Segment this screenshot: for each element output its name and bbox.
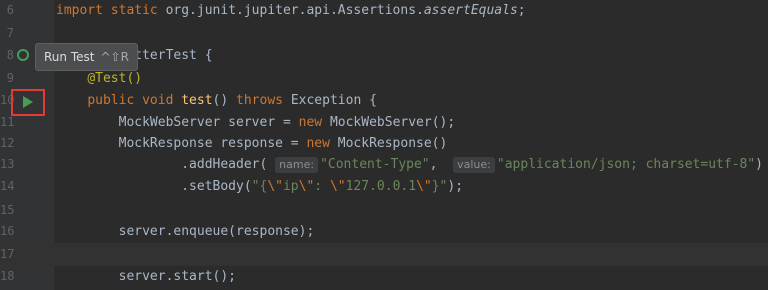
line-number: 8 — [6, 48, 14, 62]
code-line[interactable]: 16 server.enqueue(response); — [0, 220, 768, 243]
code-token: () — [212, 93, 237, 108]
code-token: \" — [329, 179, 346, 194]
line-number: 16 — [0, 224, 15, 238]
code-line[interactable]: 18 server.start(); — [0, 265, 768, 288]
line-number: 7 — [6, 26, 14, 40]
line-number: 14 — [0, 179, 15, 193]
code-token: MockResponse response = — [56, 136, 307, 151]
code-token: MockWebServer server = — [56, 115, 299, 130]
code-text[interactable]: .setBody("{\"ip\": \"127.0.0.1\"}"); — [56, 175, 463, 198]
line-number: 6 — [6, 3, 14, 17]
code-token: : — [314, 179, 330, 194]
code-text[interactable]: MockResponse response = new MockResponse… — [56, 132, 448, 155]
code-token: ) — [755, 157, 763, 172]
line-number: 17 — [0, 247, 15, 261]
code-token: org.junit.jupiter.api.Assertions. — [165, 3, 424, 18]
run-test-icon[interactable] — [23, 96, 33, 108]
code-token: .addHeader( — [56, 157, 276, 172]
code-token: server.enqueue(response); — [56, 224, 315, 239]
code-token: \" — [416, 179, 432, 194]
code-token: \" — [298, 179, 315, 194]
code-token: }" — [431, 179, 448, 194]
code-line[interactable]: 15 — [0, 199, 768, 222]
code-token: , — [429, 157, 454, 172]
code-line[interactable]: 14 .setBody("{\"ip\": \"127.0.0.1\"}"); — [0, 175, 768, 198]
code-token: "Content-Type" — [320, 157, 430, 172]
code-token: 127.0.0.1 — [345, 179, 417, 194]
code-token: server.start(); — [56, 269, 237, 284]
line-number: 12 — [0, 136, 15, 150]
tooltip-shortcut: ^⇧R — [100, 50, 129, 64]
code-line[interactable]: 12 MockResponse response = new MockRespo… — [0, 132, 768, 155]
code-token: test — [181, 93, 213, 108]
line-number: 9 — [6, 71, 14, 85]
code-text[interactable]: MockWebServer server = new MockWebServer… — [56, 111, 456, 134]
code-line[interactable]: 11 MockWebServer server = new MockWebSer… — [0, 111, 768, 134]
code-token: @Test() — [87, 71, 143, 86]
code-line[interactable]: 10 public void test() throws Exception { — [0, 89, 768, 112]
code-line[interactable]: 6 import static org.junit.jupiter.api.Ass… — [0, 0, 768, 22]
code-token: "{ — [251, 179, 268, 194]
tooltip-label: Run Test — [44, 50, 95, 64]
code-token: MockWebServer(); — [329, 115, 456, 130]
line-number: 13 — [0, 157, 15, 171]
code-line[interactable]: 13 .addHeader( name: "Content-Type", valu… — [0, 153, 768, 176]
code-token: Exception { — [290, 93, 377, 108]
code-token: new — [306, 136, 338, 151]
code-token: .setBody( — [56, 179, 252, 194]
code-token: throws — [236, 93, 291, 108]
run-test-tooltip: Run Test ^⇧R — [35, 43, 138, 71]
code-text[interactable]: server.enqueue(response); — [56, 220, 315, 243]
parameter-hint: name: — [275, 157, 319, 173]
code-token: MockResponse() — [337, 136, 448, 151]
code-token: assertEquals — [423, 3, 518, 18]
run-class-icon[interactable] — [17, 49, 29, 61]
code-token: ); — [447, 179, 464, 194]
line-number: 18 — [0, 269, 15, 283]
code-line[interactable]: 7 — [0, 22, 768, 45]
code-text[interactable]: .addHeader( name: "Content-Type", value: "… — [56, 153, 763, 176]
code-token: new — [298, 115, 330, 130]
code-token: ip — [282, 179, 299, 194]
code-text[interactable]: server.start(); — [56, 265, 236, 288]
code-token: "application/json; charset=utf-8" — [496, 157, 756, 172]
code-token: import static — [56, 3, 166, 18]
code-token: ; — [517, 3, 526, 18]
line-number: 15 — [0, 203, 15, 217]
code-token: \" — [267, 179, 283, 194]
code-text[interactable]: public void test() throws Exception { — [56, 89, 377, 112]
code-token: public void — [87, 93, 182, 108]
parameter-hint: value: — [453, 157, 495, 173]
code-text[interactable]: import static org.junit.jupiter.api.Asse… — [56, 0, 526, 22]
code-line[interactable]: 17 — [0, 243, 768, 266]
